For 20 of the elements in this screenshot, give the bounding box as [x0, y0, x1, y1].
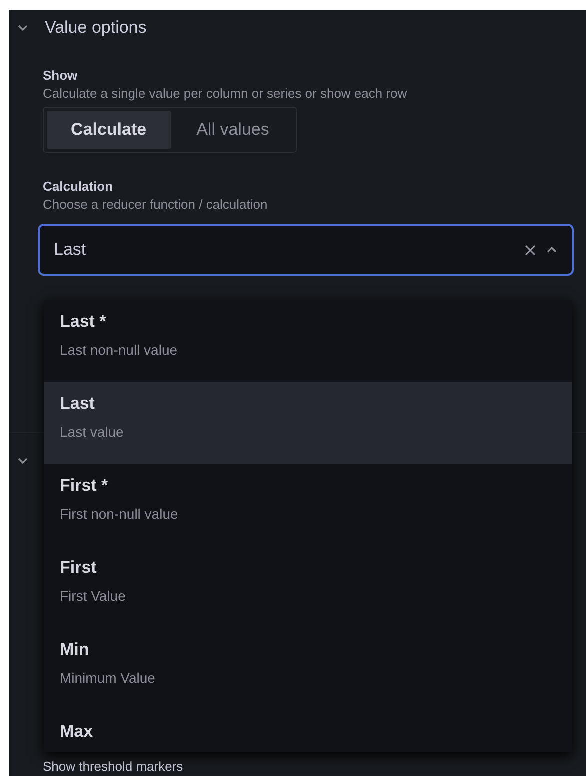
- dropdown-option[interactable]: Last * Last non-null value: [44, 300, 572, 382]
- dropdown-option[interactable]: First First Value: [44, 546, 572, 628]
- clear-icon[interactable]: [525, 244, 536, 256]
- dropdown-option[interactable]: Last Last value: [44, 382, 572, 464]
- dropdown-option[interactable]: First * First non-null value: [44, 464, 572, 546]
- field-label: Calculation: [43, 179, 114, 194]
- section-title[interactable]: Value options: [45, 18, 147, 38]
- chevron-up-icon: [546, 246, 558, 254]
- field-description: Choose a reducer function / calculation: [43, 197, 269, 212]
- radio-option[interactable]: All values: [172, 111, 294, 149]
- chevron-down-icon: [17, 24, 29, 32]
- dropdown-option[interactable]: Min Minimum Value: [44, 628, 572, 710]
- radio-option[interactable]: Calculate: [47, 111, 171, 149]
- select-value: Last: [54, 240, 88, 260]
- select-field[interactable]: Last: [38, 224, 574, 276]
- dropdown-option[interactable]: Max: [44, 710, 572, 752]
- chevron-down-icon: [17, 457, 29, 465]
- field-label: Show threshold markers: [43, 759, 184, 774]
- field-label: Show: [43, 68, 79, 83]
- field-description: Calculate a single value per column or series or show each row: [43, 86, 408, 101]
